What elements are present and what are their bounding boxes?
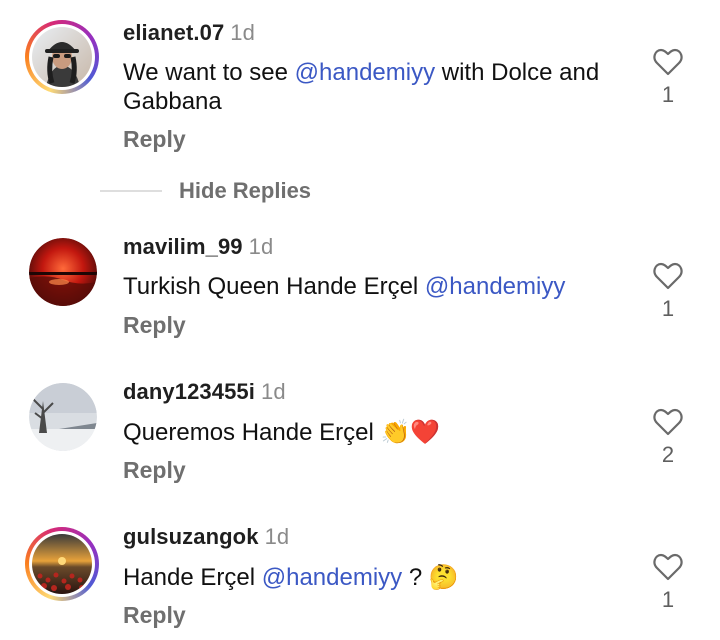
like-group: 1 (650, 553, 686, 613)
username[interactable]: gulsuzangok 1d (123, 524, 289, 550)
like-count: 1 (661, 82, 675, 107)
timestamp: 1d (264, 524, 290, 549)
avatar[interactable] (29, 238, 97, 306)
hide-replies-button[interactable]: Hide Replies (179, 178, 311, 204)
avatar[interactable] (25, 527, 99, 601)
comment-text: Queremos Hande Erçel 👏❤️ (123, 418, 441, 446)
username[interactable]: mavilim_99 1d (123, 234, 273, 260)
heart-icon[interactable] (653, 48, 683, 76)
heart-icon[interactable] (653, 553, 683, 581)
username[interactable]: dany123455i 1d (123, 379, 286, 405)
username[interactable]: elianet.07 1d (123, 20, 255, 46)
avatar[interactable] (25, 20, 99, 94)
hide-replies: Hide Replies (100, 178, 311, 204)
comment-text: We want to see @handemiyy with Dolce and… (123, 59, 600, 115)
like-count: 1 (661, 296, 675, 321)
like-group: 1 (650, 262, 686, 322)
timestamp: 1d (248, 234, 274, 259)
avatar-tulip-field (32, 534, 92, 594)
timestamp: 1d (230, 20, 255, 45)
comment-text: Turkish Queen Hande Erçel @handemiyy (123, 273, 566, 300)
like-group: 1 (650, 48, 686, 108)
avatar-woman-bucket-hat (32, 27, 92, 87)
avatar[interactable] (29, 383, 97, 451)
like-count: 2 (661, 442, 675, 467)
avatar-red-sunset (29, 238, 97, 306)
heart-icon[interactable] (653, 408, 683, 436)
timestamp: 1d (260, 379, 286, 404)
heart-icon[interactable] (653, 262, 683, 290)
reply-button[interactable]: Reply (123, 457, 186, 484)
comment-text: Hande Erçel @handemiyy ? 🤔 (123, 563, 459, 591)
reply-button[interactable]: Reply (123, 312, 186, 339)
emoji-clap-heart: 👏❤️ (380, 418, 441, 446)
emoji-thinking: 🤔 (428, 563, 459, 591)
mention-link[interactable]: @handemiyy (425, 273, 565, 300)
like-group: 2 (650, 408, 686, 468)
mention-link[interactable]: @handemiyy (262, 564, 402, 591)
reply-button[interactable]: Reply (123, 602, 186, 629)
divider (100, 190, 162, 192)
like-count: 1 (661, 587, 675, 612)
reply-button[interactable]: Reply (123, 126, 186, 153)
avatar-winter-tree (29, 383, 97, 451)
mention-link[interactable]: @handemiyy (295, 59, 435, 86)
